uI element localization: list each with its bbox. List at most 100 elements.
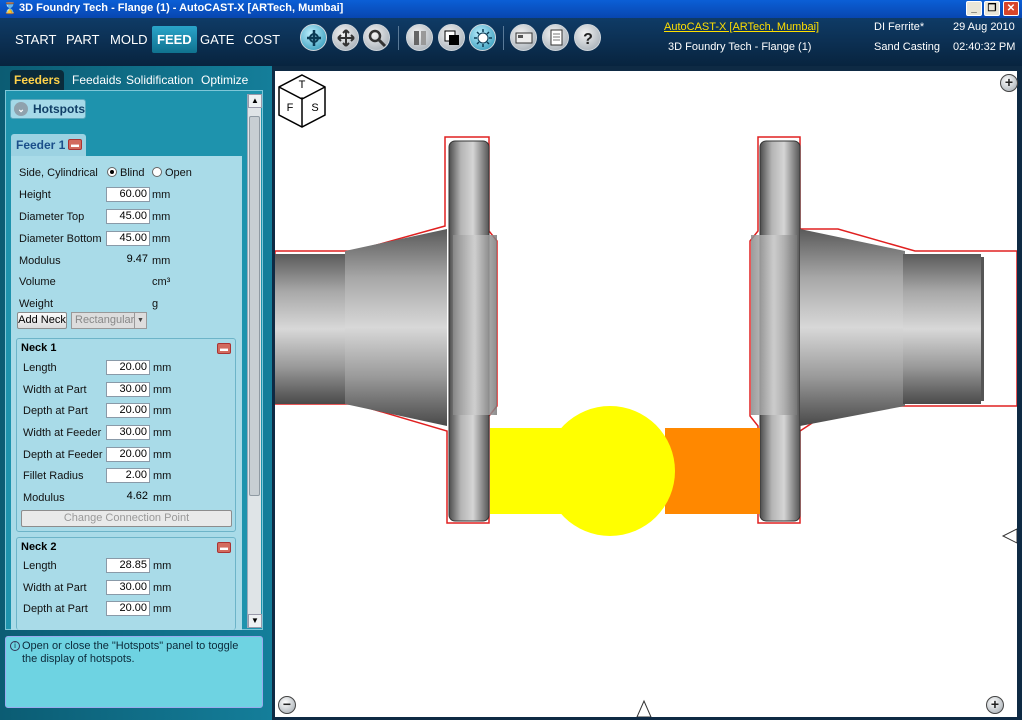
- blind-radio[interactable]: [107, 167, 117, 177]
- right-pan-arrow-icon[interactable]: [1001, 528, 1018, 544]
- tab-optimize[interactable]: Optimize: [197, 70, 252, 90]
- svg-text:?: ?: [583, 31, 593, 48]
- unit-label: mm: [153, 427, 172, 439]
- field-label: Fillet Radius: [23, 470, 84, 482]
- open-radio[interactable]: [152, 167, 162, 177]
- unit-label: mm: [153, 362, 172, 374]
- left-panel: Feeders Feedaids Solidification Optimize…: [0, 66, 272, 720]
- diameter-top-input[interactable]: 45.00: [106, 209, 150, 224]
- app-hourglass-icon: ⌛: [3, 3, 17, 15]
- menu-part[interactable]: PART: [66, 32, 99, 47]
- menu-cost[interactable]: COST: [244, 32, 280, 47]
- document-icon[interactable]: [542, 24, 569, 51]
- feeder-properties: Side, Cylindrical Blind Open Height 60.0…: [11, 156, 242, 630]
- field-label: Width at Part: [23, 582, 87, 594]
- model-canvas[interactable]: T F S I: [274, 71, 1018, 718]
- zoom-in-icon[interactable]: +: [986, 696, 1004, 714]
- menu-gate[interactable]: GATE: [200, 32, 234, 47]
- scroll-down-icon[interactable]: ▼: [248, 614, 262, 628]
- field-label: Depth at Part: [23, 405, 88, 417]
- bottom-pan-arrow-icon[interactable]: [636, 699, 652, 718]
- field-label: Modulus: [23, 492, 65, 504]
- section-icon[interactable]: [406, 24, 433, 51]
- neck-length-input[interactable]: 28.85: [106, 558, 150, 573]
- right-taper: [800, 229, 905, 426]
- remove-feeder-icon[interactable]: ▬: [68, 139, 82, 150]
- restore-button[interactable]: ❐: [984, 1, 1000, 16]
- move-icon[interactable]: [332, 24, 359, 51]
- feeder-sphere[interactable]: [545, 406, 675, 536]
- toolbar-separator: [398, 26, 399, 50]
- add-neck-button[interactable]: Add Neck: [17, 312, 67, 329]
- diameter-bottom-input[interactable]: 45.00: [106, 231, 150, 246]
- width-at-part-input[interactable]: 30.00: [106, 382, 150, 397]
- minimize-button[interactable]: _: [966, 1, 982, 16]
- depth-at-part-input[interactable]: 20.00: [106, 403, 150, 418]
- panel-scrollbar[interactable]: ▲ ▼: [247, 94, 262, 628]
- depth-at-part-input[interactable]: 20.00: [106, 601, 150, 616]
- remove-neck-icon[interactable]: ▬: [217, 542, 231, 553]
- cube-right-label: S: [311, 102, 318, 114]
- scroll-thumb[interactable]: [249, 116, 260, 496]
- neck-shape-select[interactable]: Rectangular ▼: [71, 312, 147, 329]
- neck-length-input[interactable]: 20.00: [106, 360, 150, 375]
- tab-solidification[interactable]: Solidification: [122, 70, 197, 90]
- shading-icon[interactable]: [438, 24, 465, 51]
- feeder-type-label: Side, Cylindrical: [19, 167, 98, 179]
- neck-2-title: Neck 2: [21, 541, 57, 553]
- report-icon[interactable]: [510, 24, 537, 51]
- company-link[interactable]: AutoCAST-X [ARTech, Mumbai]: [664, 21, 819, 33]
- menu-start[interactable]: START: [15, 32, 56, 47]
- field-label: Diameter Top: [19, 211, 85, 223]
- left-taper: [345, 229, 447, 426]
- width-at-part-input[interactable]: 30.00: [106, 580, 150, 595]
- neck-shape-value: Rectangular: [75, 314, 135, 326]
- tab-feedaids[interactable]: Feedaids: [68, 70, 125, 90]
- info-icon: i: [10, 641, 20, 651]
- change-connection-point-button[interactable]: Change Connection Point: [21, 510, 232, 527]
- field-label: Diameter Bottom: [19, 233, 102, 245]
- unit-label: mm: [153, 405, 172, 417]
- zoom-in-top-icon[interactable]: +: [1000, 74, 1018, 92]
- scroll-up-icon[interactable]: ▲: [248, 94, 262, 108]
- left-shaft: [275, 254, 347, 404]
- tab-feeders[interactable]: Feeders: [10, 70, 65, 90]
- close-button[interactable]: ✕: [1003, 1, 1019, 16]
- remove-neck-icon[interactable]: ▬: [217, 343, 231, 354]
- title-bar: ⌛ 3D Foundry Tech - Flange (1) - AutoCAS…: [0, 0, 1022, 18]
- lighting-icon[interactable]: [469, 24, 496, 51]
- project-name: 3D Foundry Tech - Flange (1): [668, 41, 812, 53]
- hotspots-toggle[interactable]: ⌄ Hotspots: [10, 99, 86, 119]
- help-icon[interactable]: ?: [574, 24, 601, 51]
- unit-label: mm: [153, 492, 172, 504]
- field-label: Length: [23, 560, 57, 572]
- blind-label: Blind: [120, 167, 145, 179]
- modulus-value: 9.47: [126, 253, 148, 265]
- neck-2-group: Neck 2 ▬ Length 28.85 mm Width at Part 3…: [16, 537, 236, 630]
- right-flange-hub: [751, 235, 797, 415]
- open-label: Open: [165, 167, 192, 179]
- feeder-tab[interactable]: Feeder 1 ▬: [11, 134, 86, 156]
- pan-axis-icon[interactable]: [300, 24, 327, 51]
- right-shaft-edge: [981, 257, 984, 401]
- width-at-feeder-input[interactable]: 30.00: [106, 425, 150, 440]
- cube-left-label: F: [287, 102, 294, 114]
- model-view[interactable]: T F S I: [274, 71, 1018, 718]
- help-text: Open or close the "Hotspots" panel to to…: [22, 640, 239, 665]
- field-label: Volume: [19, 276, 56, 288]
- unit-label: cm³: [152, 276, 171, 288]
- field-label: Depth at Part: [23, 603, 88, 615]
- view-cube[interactable]: T F S I: [278, 74, 326, 128]
- neck-orange[interactable]: [665, 428, 760, 514]
- unit-label: mm: [153, 470, 172, 482]
- depth-at-feeder-input[interactable]: 20.00: [106, 447, 150, 462]
- height-input[interactable]: 60.00: [106, 187, 150, 202]
- menu-feed[interactable]: FEED: [152, 26, 197, 53]
- fillet-radius-input[interactable]: 2.00: [106, 468, 150, 483]
- process-name: Sand Casting: [874, 41, 941, 53]
- menu-mold[interactable]: MOLD: [110, 32, 148, 47]
- zoom-icon[interactable]: [363, 24, 390, 51]
- chevron-down-icon: ⌄: [14, 102, 28, 116]
- zoom-out-icon[interactable]: −: [278, 696, 296, 714]
- field-label: Weight: [19, 298, 54, 310]
